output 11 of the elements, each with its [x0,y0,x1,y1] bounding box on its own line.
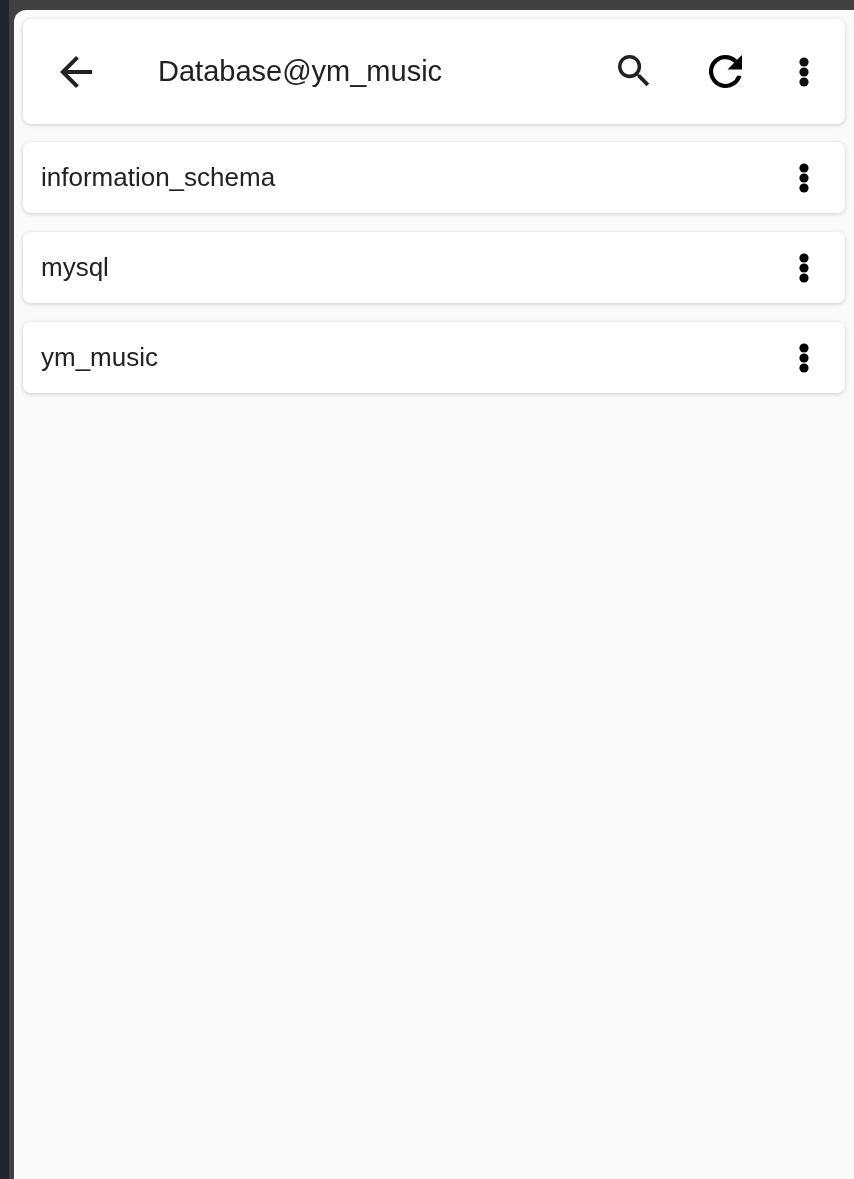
more-options-icon[interactable] [798,342,810,373]
database-list-item[interactable]: ym_music [23,322,845,393]
back-arrow-icon[interactable] [60,55,92,88]
refresh-icon[interactable] [709,55,742,88]
more-options-icon[interactable] [798,162,810,193]
more-options-icon[interactable] [798,56,810,87]
database-list-item[interactable]: mysql [23,232,845,303]
toolbar-title: Database@ym_music [158,55,444,88]
database-list-item[interactable]: information_schema [23,142,845,213]
search-icon[interactable] [618,55,651,88]
more-options-icon[interactable] [798,252,810,283]
